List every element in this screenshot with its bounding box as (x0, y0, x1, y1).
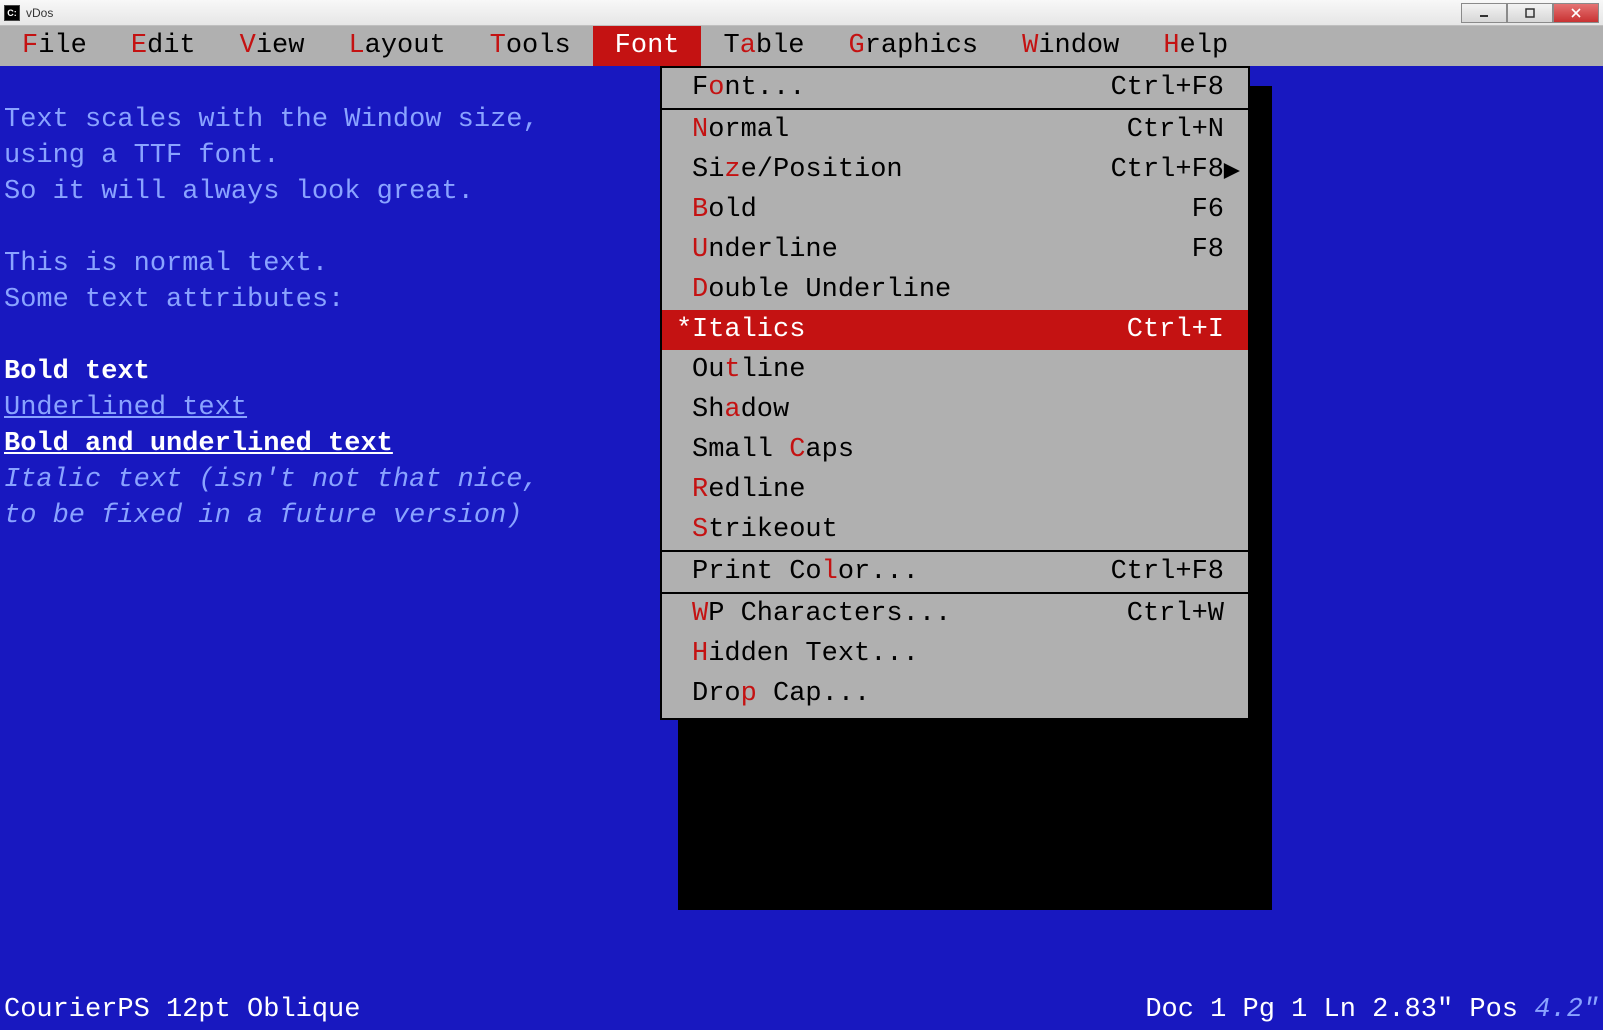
dos-area: FileEditViewLayoutToolsFontTableGraphics… (0, 26, 1603, 1030)
font-menu-item-outline[interactable]: Outline (662, 350, 1248, 390)
text-line: using a TTF font. (4, 141, 279, 171)
font-menu-item-print-color[interactable]: Print Color...Ctrl+F8 (662, 552, 1248, 592)
font-menu-item-shadow[interactable]: Shadow (662, 390, 1248, 430)
statusbar: CourierPS 12pt Oblique Doc 1 Pg 1 Ln 2.8… (0, 990, 1603, 1030)
text-line: Text scales with the Window size, (4, 105, 539, 135)
font-menu-item-underline[interactable]: UnderlineF8 (662, 230, 1248, 270)
menubar: FileEditViewLayoutToolsFontTableGraphics… (0, 26, 1603, 66)
font-menu-item-drop-cap[interactable]: Drop Cap... (662, 674, 1248, 714)
font-menu-item-bold[interactable]: BoldF6 (662, 190, 1248, 230)
app-icon: C: (4, 5, 20, 21)
menu-font[interactable]: Font (593, 26, 702, 66)
close-button[interactable] (1553, 3, 1599, 23)
menu-tools[interactable]: Tools (468, 26, 593, 66)
bold-underlined-text-sample: Bold and underlined text (4, 429, 393, 459)
font-menu-item-hidden-text[interactable]: Hidden Text... (662, 634, 1248, 674)
window-controls (1461, 3, 1599, 23)
font-menu-item-double-underline[interactable]: Double Underline (662, 270, 1248, 310)
italic-text-sample: to be fixed in a future version) (4, 501, 522, 531)
font-menu-dropdown: Font...Ctrl+F8 NormalCtrl+N Size/Positio… (660, 66, 1250, 720)
menu-window[interactable]: Window (1000, 26, 1141, 66)
text-line: So it will always look great. (4, 177, 474, 207)
titlebar: C: vDos (0, 0, 1603, 26)
menu-file[interactable]: File (0, 26, 109, 66)
font-menu-item-normal[interactable]: NormalCtrl+N (662, 110, 1248, 150)
italic-text-sample: Italic text (isn't not that nice, (4, 465, 539, 495)
window-title: vDos (26, 6, 53, 20)
font-menu-item-small-caps[interactable]: Small Caps (662, 430, 1248, 470)
font-menu-item-italics[interactable]: *ItalicsCtrl+I (662, 310, 1248, 350)
font-menu-item-font[interactable]: Font...Ctrl+F8 (662, 68, 1248, 108)
menu-help[interactable]: Help (1141, 26, 1250, 66)
text-line: This is normal text. (4, 249, 328, 279)
font-menu-item-strikeout[interactable]: Strikeout (662, 510, 1248, 550)
status-font: CourierPS 12pt Oblique (4, 995, 360, 1025)
menu-graphics[interactable]: Graphics (827, 26, 1001, 66)
font-menu-item-wp-characters[interactable]: WP Characters...Ctrl+W (662, 594, 1248, 634)
menu-edit[interactable]: Edit (109, 26, 218, 66)
font-menu-item-redline[interactable]: Redline (662, 470, 1248, 510)
menu-layout[interactable]: Layout (326, 26, 467, 66)
minimize-button[interactable] (1461, 3, 1507, 23)
status-position: Doc 1 Pg 1 Ln 2.83" Pos 4.2" (1145, 995, 1599, 1025)
menu-table[interactable]: Table (701, 26, 826, 66)
text-line: Some text attributes: (4, 285, 344, 315)
menu-view[interactable]: View (218, 26, 327, 66)
font-menu-item-size-position[interactable]: Size/PositionCtrl+F8▶ (662, 150, 1248, 190)
bold-text-sample: Bold text (4, 357, 150, 387)
maximize-button[interactable] (1507, 3, 1553, 23)
underlined-text-sample: Underlined text (4, 393, 247, 423)
